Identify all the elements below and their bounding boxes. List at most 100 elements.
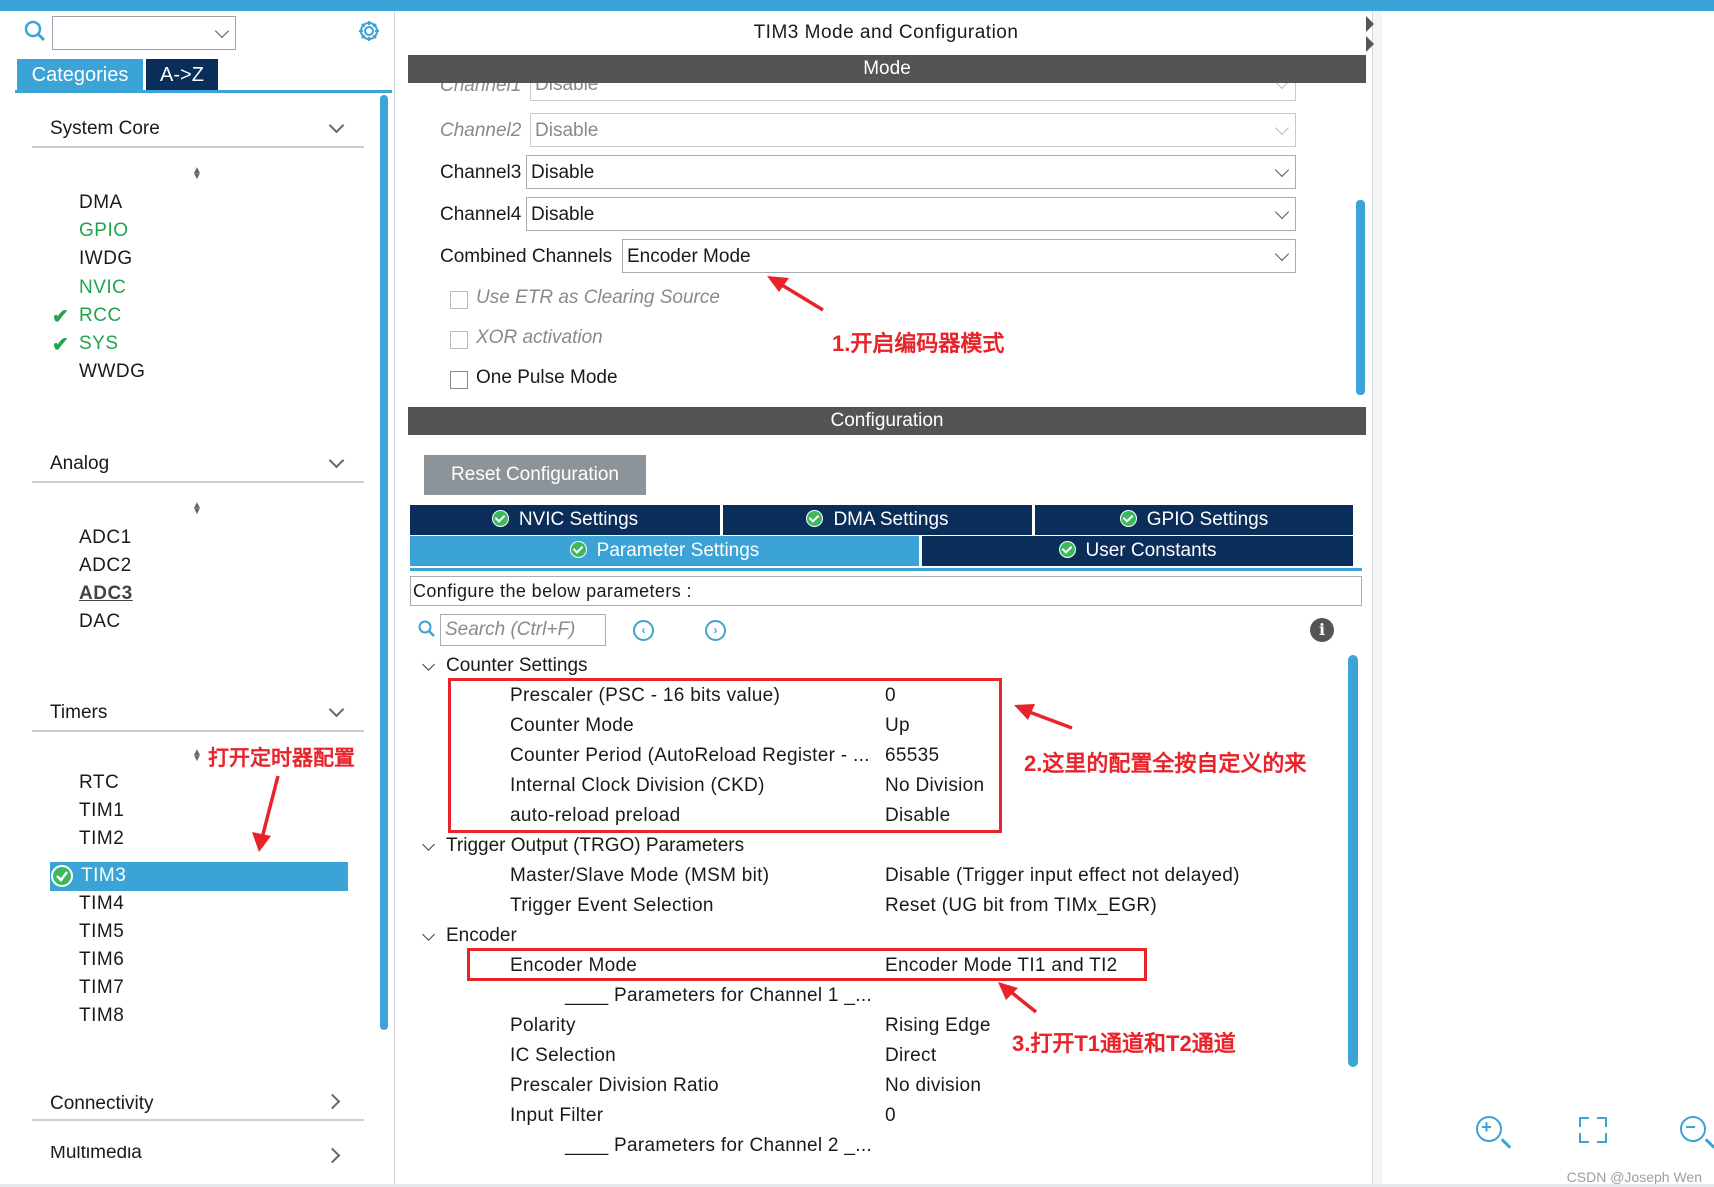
left-scrollbar[interactable]	[380, 95, 388, 1030]
list-item[interactable]: TIM5	[79, 921, 124, 943]
tab-parameter-settings[interactable]: Parameter Settings	[410, 536, 919, 566]
list-item[interactable]: TIM8	[79, 1005, 124, 1027]
section-divider	[32, 146, 364, 148]
check-circle-icon	[491, 510, 509, 527]
tab-user-constants[interactable]: User Constants	[922, 536, 1353, 566]
list-item[interactable]: RCC	[79, 305, 122, 327]
list-item[interactable]: TIM6	[79, 949, 124, 971]
check-circle-icon	[1058, 541, 1076, 558]
sort-icon[interactable]: ▲ ▼	[192, 748, 202, 764]
category-search-combo[interactable]	[52, 16, 236, 50]
param-name[interactable]: Input Filter	[510, 1105, 603, 1127]
highlight-counter-settings	[448, 678, 1002, 833]
list-item[interactable]: TIM2	[79, 828, 124, 850]
xor-checkbox[interactable]	[450, 331, 468, 349]
zoom-in-icon[interactable]: +	[1476, 1116, 1502, 1142]
list-item[interactable]: GPIO	[79, 220, 129, 242]
tab-dma-settings[interactable]: DMA Settings	[723, 505, 1032, 535]
pinout-view-panel	[1382, 11, 1714, 1187]
group-trigger-output[interactable]: Trigger Output (TRGO) Parameters	[446, 835, 744, 857]
chevron-down-icon	[214, 23, 230, 39]
group-encoder[interactable]: Encoder	[446, 925, 517, 947]
channel4-select[interactable]: Disable	[526, 197, 1296, 231]
channel3-select[interactable]: Disable	[526, 155, 1296, 189]
annotation-custom-config: 2.这里的配置全按自定义的来	[1024, 751, 1307, 776]
sort-icon[interactable]: ▲ ▼	[192, 501, 202, 517]
annotation-enable-channels: 3.打开T1通道和T2通道	[1012, 1031, 1236, 1056]
list-item[interactable]: DMA	[79, 192, 123, 214]
channel4-label: Channel4	[440, 204, 522, 225]
reset-configuration-button[interactable]: Reset Configuration	[424, 455, 646, 495]
param-value[interactable]: 0	[885, 1105, 896, 1127]
section-divider	[32, 1119, 364, 1121]
channel3-label: Channel3	[440, 162, 522, 183]
list-item[interactable]: ADC1	[79, 527, 132, 549]
param-value[interactable]: Reset (UG bit from TIMx_EGR)	[885, 895, 1157, 917]
section-system-core[interactable]: System Core	[50, 118, 160, 140]
list-item[interactable]: DAC	[79, 611, 121, 633]
section-timers[interactable]: Timers	[50, 702, 107, 724]
use-etr-checkbox[interactable]	[450, 291, 468, 309]
param-name[interactable]: Polarity	[510, 1015, 576, 1037]
configuration-header: Configuration	[408, 407, 1366, 435]
search-next-icon[interactable]: ›	[705, 620, 726, 641]
tab-categories[interactable]: Categories	[17, 59, 143, 91]
channel1-params-header: ____ Parameters for Channel 1 _...	[565, 985, 872, 1006]
list-item[interactable]: SYS	[79, 333, 119, 355]
combined-channels-select[interactable]: Encoder Mode	[622, 239, 1296, 273]
param-name[interactable]: Prescaler Division Ratio	[510, 1075, 719, 1097]
parameters-scrollbar[interactable]	[1348, 655, 1358, 1067]
tab-nvic-settings[interactable]: NVIC Settings	[410, 505, 720, 535]
search-icon[interactable]	[24, 20, 46, 42]
param-name[interactable]: IC Selection	[510, 1045, 616, 1067]
sort-icon[interactable]: ▲ ▼	[192, 166, 202, 182]
param-value[interactable]: Disable (Trigger input effect not delaye…	[885, 865, 1240, 887]
list-item[interactable]: NVIC	[79, 277, 126, 299]
info-icon[interactable]: i	[1310, 618, 1334, 642]
combined-channels-label: Combined Channels	[440, 246, 613, 267]
list-item[interactable]: TIM1	[79, 800, 124, 822]
list-item[interactable]: TIM7	[79, 977, 124, 999]
collapse-handle-icon[interactable]	[1364, 14, 1376, 54]
list-item-selected[interactable]: TIM3	[81, 865, 126, 887]
zoom-out-icon[interactable]: −	[1680, 1116, 1706, 1142]
window-top-strip	[0, 0, 1714, 11]
channel1-select[interactable]: Disable	[530, 83, 1296, 101]
section-connectivity[interactable]: Connectivity	[50, 1093, 154, 1115]
list-item[interactable]: WWDG	[79, 361, 145, 383]
check-circle-icon	[51, 865, 73, 887]
one-pulse-checkbox[interactable]	[450, 371, 468, 389]
channel2-select[interactable]: Disable	[530, 113, 1296, 147]
annotation-arrow	[998, 982, 1038, 1014]
search-previous-icon[interactable]: ‹	[633, 620, 654, 641]
param-name[interactable]: Trigger Event Selection	[510, 895, 714, 917]
channel2-label: Channel2	[440, 120, 522, 141]
list-item[interactable]: ADC2	[79, 555, 132, 577]
search-icon	[418, 620, 435, 637]
channel2-params-header: ____ Parameters for Channel 2 _...	[565, 1135, 872, 1156]
tab-gpio-settings[interactable]: GPIO Settings	[1035, 505, 1353, 535]
gear-icon[interactable]	[357, 19, 381, 43]
categories-panel	[0, 11, 395, 1187]
list-item[interactable]: IWDG	[79, 248, 133, 270]
section-analog[interactable]: Analog	[50, 453, 109, 475]
group-counter-settings[interactable]: Counter Settings	[446, 655, 588, 677]
list-item[interactable]: RTC	[79, 772, 119, 794]
fit-screen-icon[interactable]	[1579, 1117, 1607, 1143]
use-etr-label: Use ETR as Clearing Source	[476, 287, 720, 308]
param-value[interactable]: Rising Edge	[885, 1015, 991, 1037]
param-value[interactable]: No division	[885, 1075, 981, 1097]
parameter-search-input[interactable]: Search (Ctrl+F)	[440, 614, 606, 646]
check-circle-icon	[569, 541, 587, 558]
parameters-description: Configure the below parameters :	[410, 576, 1362, 606]
tab-a-z[interactable]: A->Z	[146, 59, 218, 91]
param-value[interactable]: Direct	[885, 1045, 936, 1067]
xor-label: XOR activation	[476, 327, 603, 348]
page-title: TIM3 Mode and Configuration	[753, 22, 1019, 43]
list-item[interactable]: ADC3	[79, 583, 133, 605]
mode-scrollbar[interactable]	[1356, 200, 1365, 395]
list-item[interactable]: TIM4	[79, 893, 124, 915]
section-multimedia[interactable]: Multimedia	[50, 1146, 250, 1160]
section-divider	[32, 481, 364, 483]
param-name[interactable]: Master/Slave Mode (MSM bit)	[510, 865, 769, 887]
